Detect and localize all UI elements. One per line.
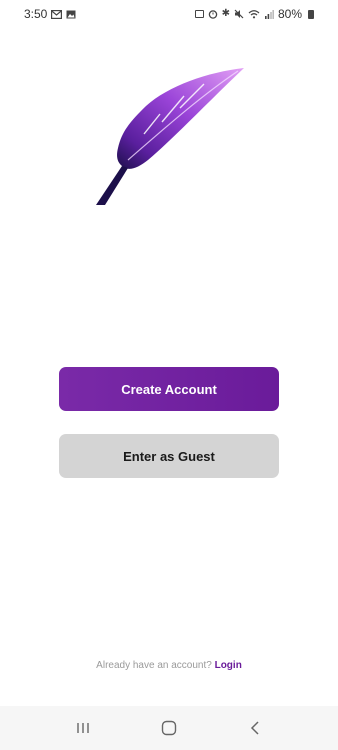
nfc-icon xyxy=(194,10,204,18)
bluetooth-icon: ✱ xyxy=(221,8,230,19)
alarm-icon xyxy=(208,9,218,19)
create-account-button[interactable]: Create Account xyxy=(59,367,279,411)
signal-icon xyxy=(264,9,274,19)
gmail-icon xyxy=(51,9,63,19)
status-right: ✱ 80% xyxy=(194,7,314,21)
status-bar: 3:50 ✱ 80% xyxy=(0,0,338,28)
battery-icon xyxy=(308,9,314,19)
login-prompt-text: Already have an account? xyxy=(96,660,212,671)
navigation-bar xyxy=(0,706,338,750)
login-prompt: Already have an account? Login xyxy=(0,660,338,671)
feather-logo-icon xyxy=(96,68,244,205)
recent-apps-icon[interactable] xyxy=(63,713,103,743)
gallery-icon xyxy=(66,10,76,19)
battery-percent: 80% xyxy=(277,7,302,21)
mute-icon xyxy=(234,9,244,19)
status-left: 3:50 xyxy=(24,7,76,21)
back-icon[interactable] xyxy=(235,713,275,743)
enter-as-guest-button[interactable]: Enter as Guest xyxy=(59,434,279,478)
login-link[interactable]: Login xyxy=(215,660,242,671)
status-time: 3:50 xyxy=(24,7,48,21)
home-icon[interactable] xyxy=(149,713,189,743)
wifi-icon xyxy=(248,9,260,19)
